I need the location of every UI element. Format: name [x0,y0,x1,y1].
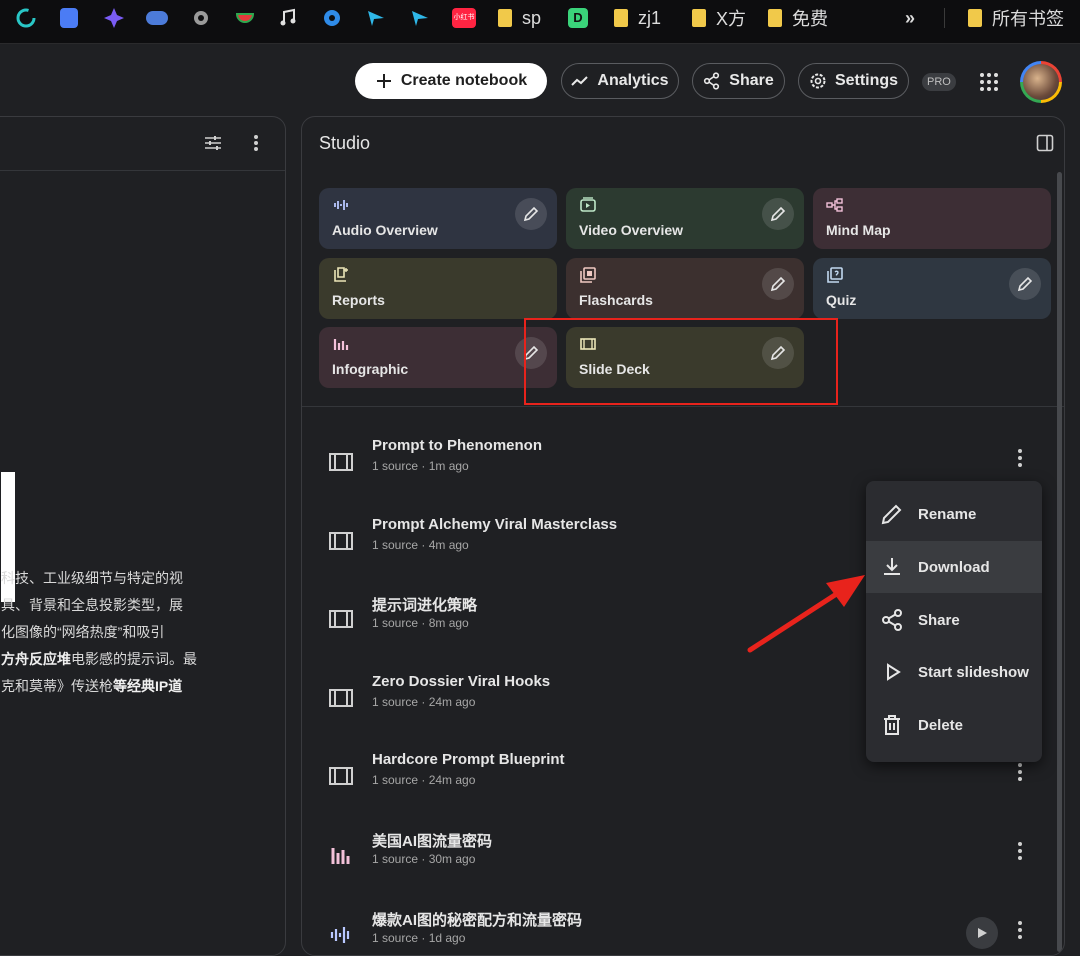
tile-mind-map[interactable]: Mind Map [813,188,1051,249]
share-button[interactable]: Share [692,63,785,99]
xiaohongshu-icon[interactable]: 小红书 [452,6,476,30]
tile-flashcards[interactable]: Flashcards [566,258,804,319]
more-vert-icon[interactable] [1014,447,1026,469]
folder-icon [692,9,706,27]
d-icon: D [568,8,588,28]
watermelon-icon[interactable] [235,6,255,30]
whale-icon[interactable] [146,6,168,30]
play-button[interactable] [966,917,998,949]
list-item[interactable]: 爆款AI图的秘密配方和流量密码 1 source · 1d ago [302,903,1064,955]
gear-icon[interactable] [191,6,211,30]
chevron-double-right-icon[interactable]: » [905,6,915,30]
avatar[interactable] [1020,61,1062,103]
mind-map-icon [826,198,843,212]
bookmark-xfang[interactable]: X方 [692,6,746,30]
video-icon [580,197,596,212]
bookmark-d[interactable]: D [568,6,588,30]
bookmark-mianfei[interactable]: 免费 [768,6,828,30]
menu-item-rename[interactable]: Rename [866,488,1042,540]
folder-icon [498,9,512,27]
slide-deck-icon [329,453,353,471]
pencil-icon [523,206,539,222]
docs-icon[interactable] [60,6,78,30]
tile-video-overview[interactable]: Video Overview [566,188,804,249]
flashcards-icon [580,267,596,283]
list-item[interactable]: 美国AI图流量密码 1 source · 30m ago [302,824,1064,902]
divider [302,406,1064,407]
bookmark-zj1[interactable]: zj1 [614,6,661,30]
bookmark-all[interactable]: 所有书签 [968,6,1064,30]
more-vert-icon[interactable] [250,133,262,153]
tile-quiz[interactable]: Quiz [813,258,1051,319]
menu-item-download[interactable]: Download [866,541,1042,593]
slide-deck-icon [329,689,353,707]
slide-deck-icon [329,532,353,550]
slide-deck-icon [329,610,353,628]
app-header: Create notebook Analytics Share Settings… [0,44,1080,116]
bookmarks-bar: 小红书 sp D zj1 X方 免费 » 所有书签 [0,0,1080,44]
more-vert-icon[interactable] [1014,840,1026,862]
audio-waveform-icon [334,200,348,210]
sources-panel: 科技、工业级细节与特定的视 具、背景和全息投影类型，展 化图像的“网络热度”和吸… [0,116,286,956]
gear-blue-icon[interactable] [321,6,343,30]
tune-icon[interactable] [203,133,223,153]
sparkle-icon[interactable] [103,6,125,30]
infographic-icon [333,339,349,350]
refresh-circle-icon[interactable] [15,6,37,30]
arrow-icon[interactable] [366,6,386,30]
tile-audio-overview[interactable]: Audio Overview [319,188,557,249]
note-line: 化图像的“网络热度”和吸引 [1,624,165,640]
pro-badge: PRO [922,73,956,91]
edit-button[interactable] [762,268,794,300]
music-note-icon[interactable] [278,6,298,30]
play-icon [887,663,901,681]
download-icon [884,558,900,575]
apps-grid-icon[interactable] [978,71,1000,93]
edit-button[interactable] [762,198,794,230]
note-line: 方舟反应堆电影感的提示词。最 [1,651,197,667]
report-icon [334,267,348,282]
context-menu: Rename Download Share Start slideshow De… [866,481,1042,762]
tile-infographic[interactable]: Infographic [319,327,557,388]
note-line: 科技、工业级细节与特定的视 [1,570,183,586]
bookmark-sp[interactable]: sp [498,6,541,30]
trending-icon [571,76,589,86]
bookmark-divider [944,8,945,28]
settings-button[interactable]: Settings [798,63,909,99]
share-icon [704,72,720,90]
folder-icon [768,9,782,27]
folder-icon [614,9,628,27]
pencil-icon [770,276,786,292]
infographic-icon [331,848,350,864]
edit-button[interactable] [515,198,547,230]
arrow-icon[interactable] [410,6,430,30]
more-vert-icon[interactable] [1014,761,1026,783]
sources-panel-toolbar [0,117,285,171]
more-vert-icon[interactable] [1014,919,1026,941]
plus-icon [376,74,391,88]
trash-icon [884,715,900,735]
share-icon [882,609,902,631]
slide-deck-icon [329,767,353,785]
studio-title: Studio [319,133,371,153]
play-icon [978,928,987,938]
analytics-button[interactable]: Analytics [561,63,679,99]
menu-item-delete[interactable]: Delete [866,699,1042,751]
edit-button[interactable] [1009,268,1041,300]
gear-icon [810,73,826,89]
pencil-icon [881,504,902,525]
folder-icon [968,9,982,27]
note-line: 具、背景和全息投影类型，展 [1,597,183,613]
quiz-icon [827,267,843,283]
annotation-arrow [747,575,865,653]
highlight-box [524,318,838,405]
menu-item-share[interactable]: Share [866,594,1042,646]
pencil-icon [770,206,786,222]
collapse-panel-icon[interactable] [1036,134,1054,152]
pencil-icon [1017,276,1033,292]
create-notebook-button[interactable]: Create notebook [355,63,547,99]
tile-reports[interactable]: Reports [319,258,557,319]
note-line: 克和莫蒂》传送枪等经典IP道 [1,678,183,694]
menu-item-start-slideshow[interactable]: Start slideshow [866,646,1042,698]
